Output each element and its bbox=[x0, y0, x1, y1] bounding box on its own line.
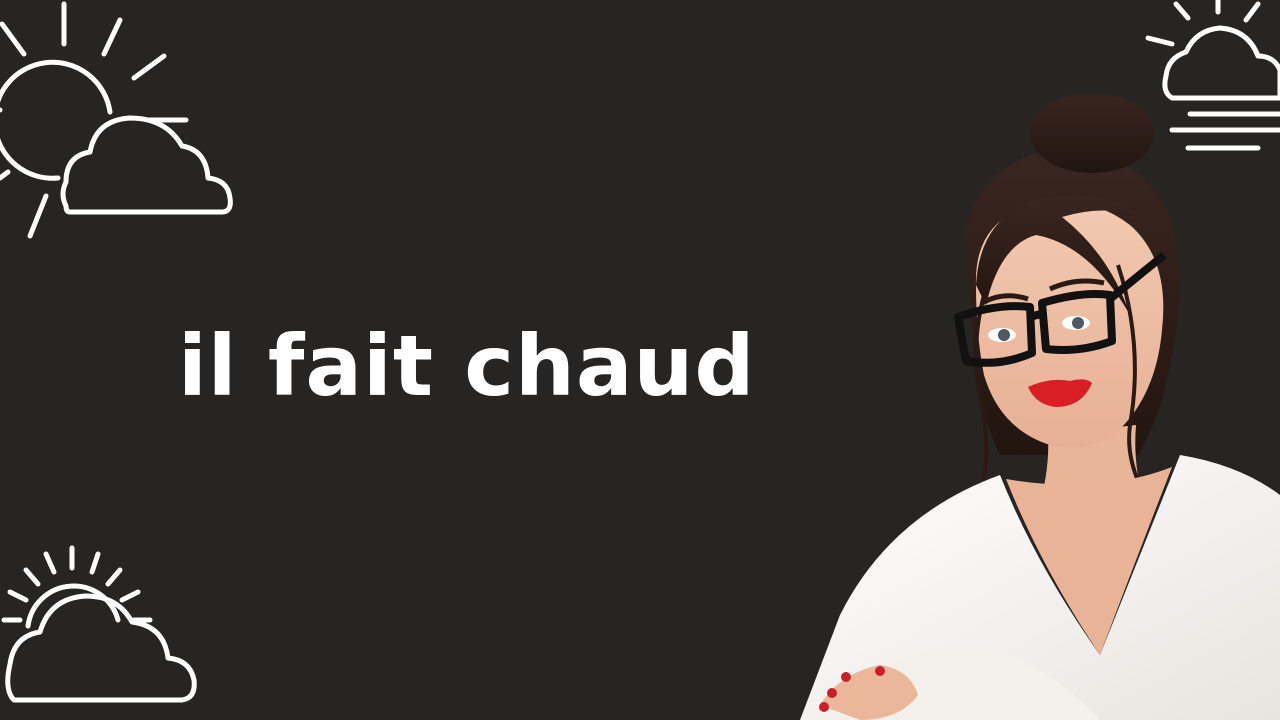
sunrise-cloud-icon bbox=[1, 545, 197, 703]
sun-behind-cloud-icon bbox=[0, 1, 233, 239]
woman-portrait-image bbox=[800, 95, 1280, 720]
headline-text: il fait chaud bbox=[178, 317, 756, 415]
title-card: il fait chaud bbox=[0, 0, 1280, 720]
